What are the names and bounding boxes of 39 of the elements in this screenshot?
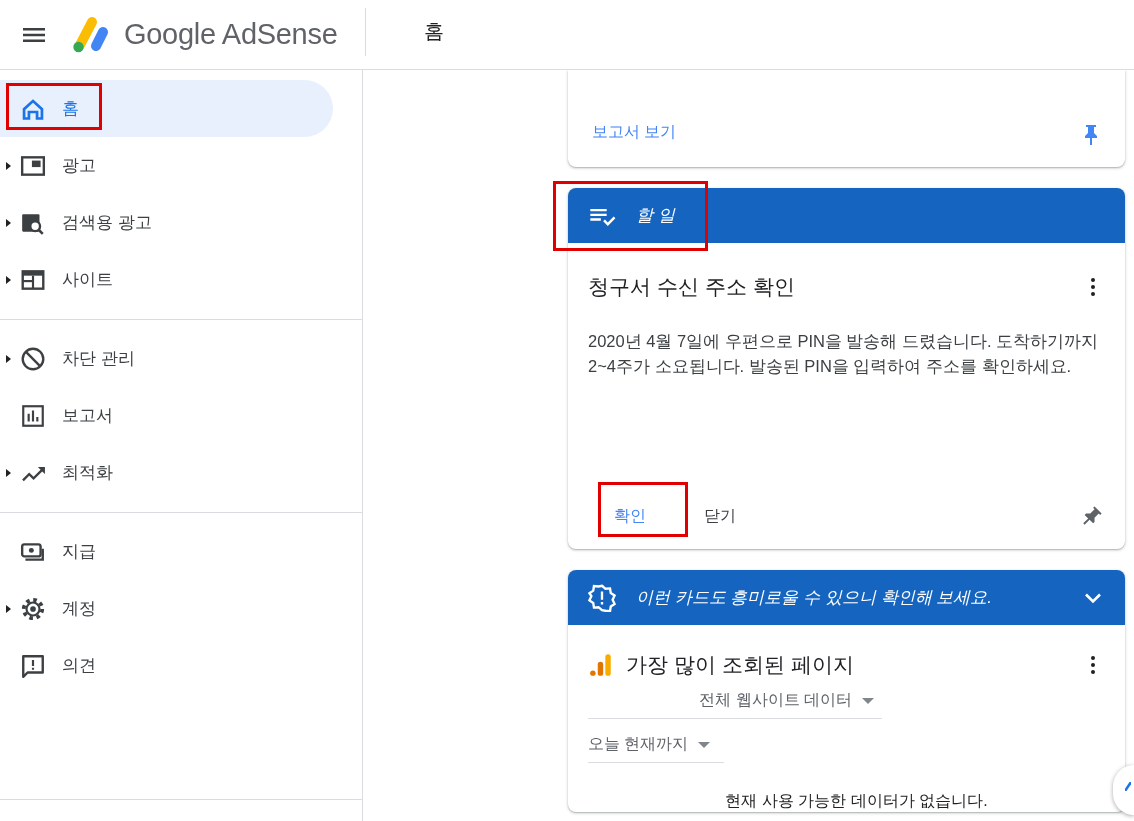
- caret-icon[interactable]: [6, 161, 11, 170]
- sidebar-item[interactable]: 지급: [0, 523, 333, 580]
- block-icon: [20, 345, 46, 372]
- caret-icon[interactable]: [6, 275, 11, 284]
- sidebar-item[interactable]: 사이트: [0, 251, 333, 308]
- dropdown[interactable]: 전체 웹사이트 데이터: [588, 683, 882, 719]
- card-header-title: 할 일: [636, 205, 677, 227]
- card-text: 2020년 4월 7일에 우편으로 PIN을 발송해 드렸습니다. 도착하기까지 2~4주가 소요됩니다. 발송된 PIN을 입력하여 주소를 확인하세요.: [588, 331, 1100, 377]
- caret-icon[interactable]: [6, 468, 11, 477]
- more-icon: [1091, 278, 1095, 296]
- view-report-link[interactable]: 보고서 보기: [592, 122, 677, 143]
- sidebar-item[interactable]: 의견: [0, 637, 333, 694]
- action-button[interactable]: 닫기: [688, 498, 752, 535]
- sidebar-item[interactable]: 광고: [0, 137, 333, 194]
- caret-icon[interactable]: [6, 604, 11, 613]
- dropdown-arrow-icon: [698, 741, 711, 748]
- gear-icon: [20, 595, 46, 622]
- sidebar-item[interactable]: 최적화: [0, 444, 333, 501]
- analytics-icon: [588, 652, 614, 678]
- empty-message: 현재 사용 가능한 데이터가 없습니다.: [724, 791, 989, 811]
- action-button[interactable]: 확인: [598, 498, 662, 535]
- feedback-icon: [20, 652, 46, 679]
- sidebar-item[interactable]: 차단 관리: [0, 330, 333, 387]
- sidebar-item[interactable]: 검색용 광고: [0, 194, 333, 251]
- dropdown-arrow-icon: [862, 697, 874, 704]
- caret-icon[interactable]: [6, 354, 11, 363]
- sidebar-item[interactable]: 보고서: [0, 387, 333, 444]
- card-title: 청구서 수신 주소 확인: [588, 274, 795, 300]
- caret-icon[interactable]: [6, 218, 11, 227]
- card-title: 가장 많이 조회된 페이지: [626, 652, 854, 678]
- sidebar-item[interactable]: 계정: [0, 580, 333, 637]
- alert-badge-icon: [588, 583, 616, 612]
- dropdown[interactable]: 오늘 현재까지: [588, 727, 724, 763]
- bar-chart-icon: [20, 402, 46, 429]
- card-header-title: 이런 카드도 흥미로울 수 있으니 확인해 보세요.: [636, 587, 994, 609]
- page-title: 홈: [424, 19, 445, 44]
- more-icon: [1091, 656, 1095, 674]
- product-name: Google AdSense: [124, 18, 338, 51]
- sidebar-item[interactable]: 홈: [0, 80, 333, 137]
